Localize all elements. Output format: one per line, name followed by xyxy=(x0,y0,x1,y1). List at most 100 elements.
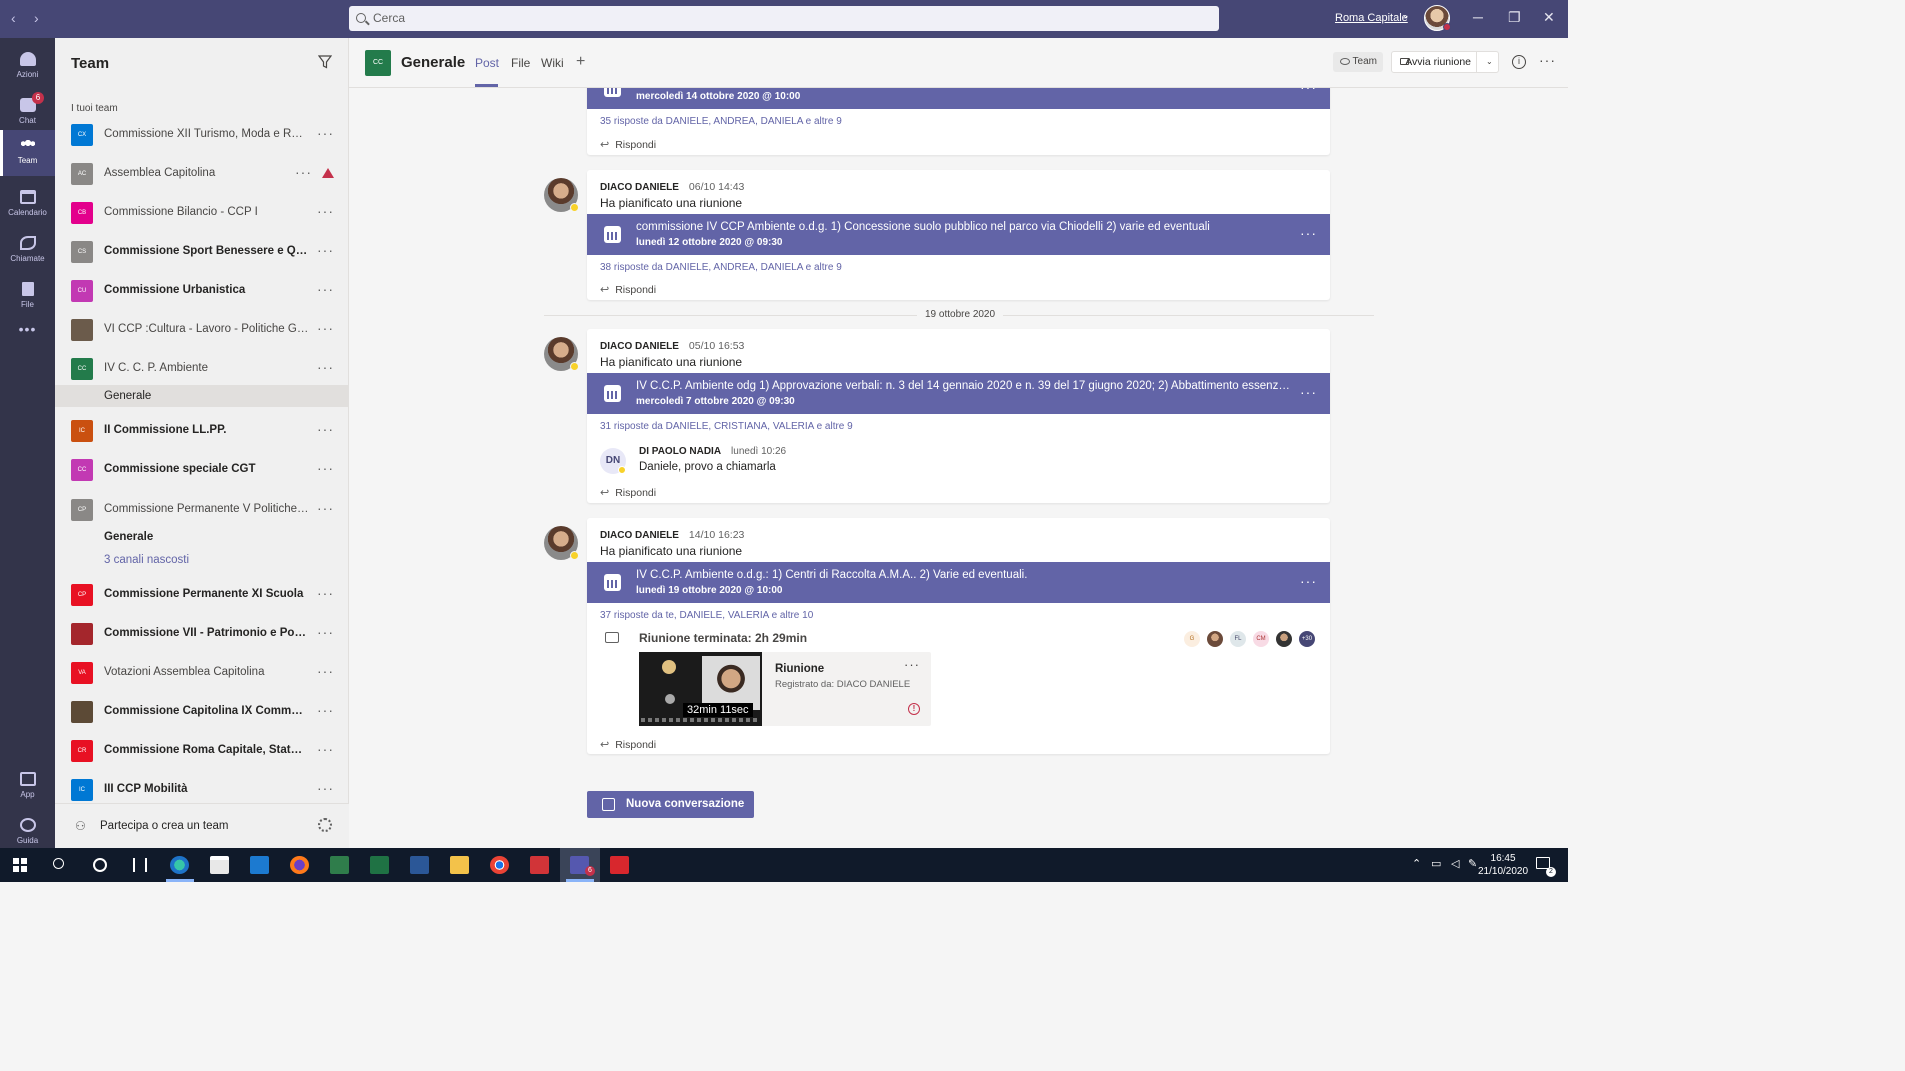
replies-link[interactable]: 35 risposte da DANIELE, ANDREA, DANIELA … xyxy=(600,116,842,127)
minimize-button[interactable]: ─ xyxy=(1473,9,1483,25)
taskbar-mail[interactable] xyxy=(240,848,280,882)
rail-item-app[interactable]: App xyxy=(0,764,55,810)
channel-item-generale[interactable]: Generale xyxy=(55,385,349,407)
tab-post[interactable]: Post xyxy=(475,56,499,70)
team-item[interactable]: CC Commissione speciale CGT ··· xyxy=(55,453,349,489)
more-participants-badge[interactable]: +30 xyxy=(1299,631,1315,647)
more-options-icon[interactable]: ··· xyxy=(317,585,334,601)
more-options-icon[interactable]: ··· xyxy=(317,663,334,679)
taskbar-teams[interactable]: 6 xyxy=(560,848,600,882)
more-options-icon[interactable]: ··· xyxy=(317,359,334,375)
team-item[interactable]: CU Commissione Urbanistica ··· xyxy=(55,274,349,310)
start-meeting-button[interactable]: Avvia riunione ⌄ xyxy=(1391,51,1499,73)
add-tab-icon[interactable]: + xyxy=(576,53,585,71)
pen-icon[interactable]: ✎ xyxy=(1468,857,1477,870)
team-item[interactable]: CS Commissione Sport Benessere e Qualità … xyxy=(55,235,349,271)
taskbar-excel[interactable] xyxy=(360,848,400,882)
more-options-icon[interactable]: ··· xyxy=(1300,573,1317,589)
reply-button[interactable]: ↩ Rispondi xyxy=(600,138,656,151)
more-options-icon[interactable]: ··· xyxy=(295,164,312,180)
info-icon[interactable]: i xyxy=(1512,55,1526,69)
chevron-up-icon[interactable]: ⌃ xyxy=(1412,857,1421,870)
gear-icon[interactable] xyxy=(318,818,332,832)
alert-icon[interactable]: ! xyxy=(908,703,920,715)
replies-link[interactable]: 37 risposte da te, DANIELE, VALERIA e al… xyxy=(600,610,813,621)
participant-avatar[interactable] xyxy=(1276,631,1292,647)
taskbar-search-button[interactable] xyxy=(40,848,80,882)
more-options-icon[interactable]: ··· xyxy=(1300,225,1317,241)
filter-icon[interactable] xyxy=(318,55,332,69)
team-item[interactable]: AC Assemblea Capitolina ··· xyxy=(55,157,349,193)
team-item[interactable]: CP Commissione Permanente V Politiche Soc… xyxy=(55,493,349,529)
more-options-icon[interactable]: ··· xyxy=(904,657,920,672)
rail-item-calendario[interactable]: Calendario xyxy=(0,182,55,228)
org-switcher[interactable]: Roma Capitale xyxy=(1335,12,1408,24)
more-options-icon[interactable]: ··· xyxy=(317,460,334,476)
team-item[interactable]: Commissione Capitolina IX Commercio ··· xyxy=(55,695,349,731)
hidden-channels-link[interactable]: 3 canali nascosti xyxy=(55,549,349,571)
meeting-banner[interactable]: IV C.C.P. Ambiente odg 1) Approvazione v… xyxy=(587,373,1330,414)
chevron-down-icon[interactable]: ⌄ xyxy=(1486,52,1493,72)
team-view-button[interactable]: Team xyxy=(1333,52,1383,72)
network-icon[interactable]: ▭ xyxy=(1431,857,1441,870)
more-options-icon[interactable]: ··· xyxy=(317,281,334,297)
taskbar-store[interactable] xyxy=(200,848,240,882)
team-item[interactable]: CB Commissione Bilancio - CCP I ··· xyxy=(55,196,349,232)
more-options-icon[interactable]: ··· xyxy=(317,320,334,336)
reply-button[interactable]: ↩ Rispondi xyxy=(600,283,656,296)
team-item[interactable]: CP Commissione Permanente XI Scuola ··· xyxy=(55,578,349,614)
participant-avatar[interactable] xyxy=(1207,631,1223,647)
rail-item-file[interactable]: File xyxy=(0,274,55,320)
team-item[interactable]: CX Commissione XII Turismo, Moda e Relazi… xyxy=(55,118,349,154)
more-options-icon[interactable]: ··· xyxy=(1300,88,1317,95)
author-avatar[interactable] xyxy=(544,337,579,371)
chevron-down-icon[interactable]: ⌄ xyxy=(1402,10,1410,21)
meeting-banner[interactable]: mercoledì 14 ottobre 2020 @ 10:00 ··· xyxy=(587,88,1330,109)
reply-button[interactable]: ↩ Rispondi xyxy=(600,486,656,499)
meeting-banner[interactable]: IV C.C.P. Ambiente o.d.g.: 1) Centri di … xyxy=(587,562,1330,603)
task-view-button[interactable] xyxy=(120,848,160,882)
more-options-icon[interactable]: ··· xyxy=(317,203,334,219)
taskbar-edge[interactable] xyxy=(160,848,200,882)
more-options-icon[interactable]: ··· xyxy=(317,242,334,258)
search-input[interactable]: Cerca xyxy=(349,6,1219,31)
more-options-icon[interactable]: ··· xyxy=(317,702,334,718)
more-options-icon[interactable]: ··· xyxy=(317,125,334,141)
team-item[interactable]: Commissione VII - Patrimonio e Politiche… xyxy=(55,617,349,653)
taskbar-chrome[interactable] xyxy=(480,848,520,882)
back-arrow-icon[interactable]: ‹ xyxy=(11,10,16,26)
taskbar-firefox[interactable] xyxy=(280,848,320,882)
close-button[interactable]: ✕ xyxy=(1543,9,1555,26)
participant-avatar[interactable]: CM xyxy=(1253,631,1269,647)
participant-avatar[interactable]: FL xyxy=(1230,631,1246,647)
participant-avatar[interactable]: G xyxy=(1184,631,1200,647)
taskbar-project[interactable] xyxy=(320,848,360,882)
author-avatar[interactable] xyxy=(544,526,579,560)
more-options-icon[interactable]: ··· xyxy=(317,624,334,640)
join-create-team-link[interactable]: Partecipa o crea un team xyxy=(100,820,229,832)
tab-file[interactable]: File xyxy=(511,56,530,70)
team-item[interactable]: CC IV C. C. P. Ambiente ··· xyxy=(55,352,349,388)
team-item[interactable]: IC II Commissione LL.PP. ··· xyxy=(55,414,349,450)
rail-item-chiamate[interactable]: Chiamate xyxy=(0,228,55,274)
author-avatar[interactable] xyxy=(544,178,579,212)
new-conversation-button[interactable]: Nuova conversazione xyxy=(587,791,754,818)
more-options-icon[interactable]: ··· xyxy=(317,741,334,757)
recording-card[interactable]: 32min 11sec Riunione Registrato da: DIAC… xyxy=(639,652,931,726)
rail-item-azioni[interactable]: Azioni xyxy=(0,44,55,90)
reply-button[interactable]: ↩ Rispondi xyxy=(600,738,656,751)
recording-thumbnail[interactable]: 32min 11sec xyxy=(639,652,762,726)
taskbar-explorer[interactable] xyxy=(440,848,480,882)
more-options-icon[interactable]: ··· xyxy=(317,780,334,796)
more-options-icon[interactable]: ··· xyxy=(1300,384,1317,400)
reply-author-avatar[interactable]: DN xyxy=(600,448,626,474)
volume-icon[interactable]: ◁ xyxy=(1451,857,1459,870)
cortana-button[interactable] xyxy=(80,848,120,882)
channel-item-generale[interactable]: Generale xyxy=(55,526,349,548)
more-options-icon[interactable]: ··· xyxy=(1539,52,1556,68)
start-button[interactable] xyxy=(0,848,40,882)
more-options-icon[interactable]: ··· xyxy=(317,500,334,516)
taskbar-clock[interactable]: 16:45 21/10/2020 xyxy=(1478,852,1528,878)
rail-item-team[interactable]: Team xyxy=(0,130,55,176)
forward-arrow-icon[interactable]: › xyxy=(34,10,39,26)
